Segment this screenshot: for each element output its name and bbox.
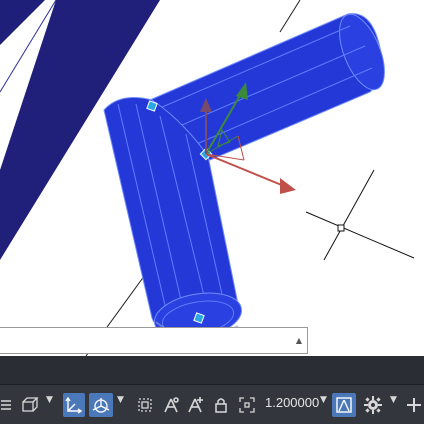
annotation-visibility-icon[interactable] [160,393,182,417]
construction-line-top [279,0,301,33]
workspace-gear-icon[interactable] [362,393,384,417]
status-bar: ▼ ▼ 1.200000 ▼ ▼ [0,384,424,424]
isometric-drafting-icon[interactable] [20,393,40,417]
gizmo-icon[interactable] [89,393,113,417]
dynamic-ucs-icon[interactable] [63,393,85,417]
isolate-objects-icon[interactable] [236,393,258,417]
auto-scale-icon[interactable] [184,393,206,417]
command-line-input[interactable]: ▲ [0,327,308,354]
gizmo-x-arrow[interactable] [280,178,296,194]
gizmo-dropdown-icon[interactable]: ▼ [117,395,124,405]
workspace-dropdown-icon[interactable]: ▼ [390,395,397,405]
annotation-monitor-icon[interactable] [332,393,356,417]
list-icon[interactable] [0,393,14,417]
isometric-dropdown-icon[interactable]: ▼ [46,395,53,405]
customize-plus-icon[interactable] [404,393,424,417]
annotation-scale-dropdown-icon[interactable]: ▼ [320,395,327,405]
navy-solid-face [0,0,45,45]
model-canvas[interactable] [0,0,424,356]
layout-tab-band [0,356,424,384]
lock-ui-icon[interactable] [210,393,232,417]
crosshair-cursor [305,169,415,261]
selection-filter-icon[interactable] [134,393,156,417]
command-history-icon[interactable]: ▲ [296,336,302,345]
drawing-viewport[interactable]: ▲ [0,0,424,356]
annotation-scale-value[interactable]: 1.200000 [265,395,319,410]
